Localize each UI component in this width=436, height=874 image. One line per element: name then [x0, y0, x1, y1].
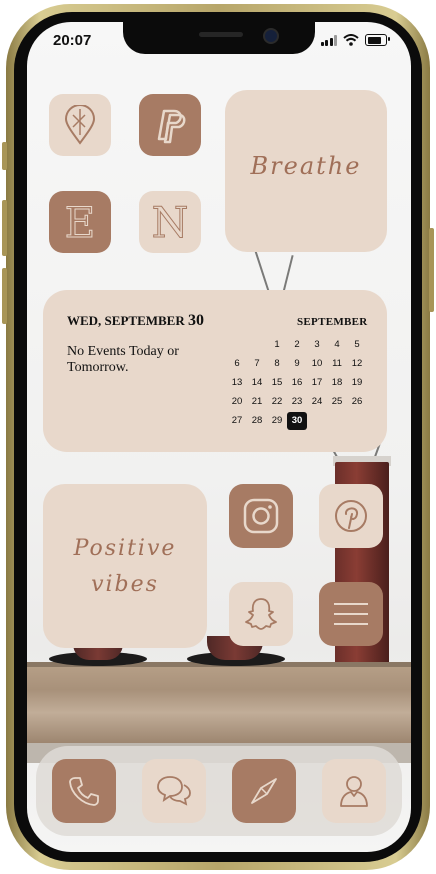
calendar-day[interactable]: 17	[307, 374, 327, 392]
silent-switch	[2, 142, 7, 170]
calendar-day[interactable]: 23	[287, 393, 307, 411]
calendar-day[interactable]: 9	[287, 355, 307, 373]
n-letter: N	[151, 197, 189, 247]
snapchat-icon	[245, 598, 277, 630]
calendar-day[interactable]: 6	[227, 355, 247, 373]
map-pin-icon	[64, 105, 96, 145]
calendar-day[interactable]: 25	[327, 393, 347, 411]
calendar-day[interactable]: 26	[347, 393, 367, 411]
menu-app-icon[interactable]	[319, 582, 383, 646]
calendar-day[interactable]: 3	[307, 336, 327, 354]
calendar-month-label: SEPTEMBER	[297, 316, 368, 328]
dock-messages-button[interactable]	[142, 759, 206, 823]
n-app-icon[interactable]: N	[139, 191, 201, 253]
status-time: 20:07	[53, 32, 92, 49]
calendar-events-text: No Events Today or Tomorrow.	[67, 344, 179, 375]
positive-vibes-widget[interactable]: Positive vibes	[43, 484, 207, 648]
calendar-day-label: WED, SEPTEMBER	[67, 313, 185, 328]
calendar-day[interactable]: 24	[307, 393, 327, 411]
calendar-day[interactable]: 16	[287, 374, 307, 392]
calendar-day-grid: 1 2 3 4 5 6 7 8 9 10 11 12 13 14 15 16 17 18 19 20 21 22 23 24 2…	[227, 336, 367, 430]
earpiece-speaker	[199, 32, 243, 37]
instagram-app-icon[interactable]	[229, 484, 293, 548]
calendar-day[interactable]: 4	[327, 336, 347, 354]
calendar-day[interactable]: 15	[267, 374, 287, 392]
e-letter: E	[64, 197, 96, 247]
messages-icon	[157, 776, 191, 806]
calendar-day[interactable]: 11	[327, 355, 347, 373]
calendar-day[interactable]: 2	[287, 336, 307, 354]
calendar-day[interactable]: 28	[247, 412, 267, 430]
phone-icon	[69, 777, 99, 806]
status-indicators	[320, 34, 390, 46]
dock	[36, 746, 402, 836]
menu-icon	[334, 603, 368, 625]
positive-text: Positive	[73, 536, 177, 561]
calendar-day[interactable]: 14	[247, 374, 267, 392]
dock-phone-button[interactable]	[52, 759, 116, 823]
calendar-day-number: 30	[188, 312, 204, 329]
dock-contacts-button[interactable]	[322, 759, 386, 823]
compass-icon	[251, 778, 277, 804]
vibes-text: vibes	[91, 572, 159, 597]
wifi-icon	[343, 34, 359, 46]
calendar-day[interactable]: 8	[267, 355, 287, 373]
calendar-empty-cell	[227, 336, 247, 354]
calendar-day[interactable]: 1	[267, 336, 287, 354]
pinterest-icon	[335, 500, 367, 532]
calendar-day[interactable]: 7	[247, 355, 267, 373]
calendar-day[interactable]: 20	[227, 393, 247, 411]
notch	[123, 22, 315, 54]
breathe-text: Breathe	[250, 152, 362, 180]
instagram-icon	[243, 498, 279, 534]
calendar-day[interactable]: 21	[247, 393, 267, 411]
battery-icon	[365, 34, 390, 46]
calendar-day[interactable]: 10	[307, 355, 327, 373]
power-button	[429, 228, 434, 312]
calendar-day[interactable]: 5	[347, 336, 367, 354]
breathe-widget[interactable]: Breathe	[225, 90, 387, 252]
volume-down-button	[2, 268, 7, 324]
calendar-day[interactable]: 29	[267, 412, 287, 430]
calendar-day[interactable]: 12	[347, 355, 367, 373]
battery-level	[367, 36, 382, 44]
pinterest-app-icon[interactable]	[319, 484, 383, 548]
paypal-icon	[157, 109, 186, 144]
calendar-empty-cell	[247, 336, 267, 354]
contacts-icon	[340, 776, 368, 807]
calendar-day[interactable]: 18	[327, 374, 347, 392]
volume-up-button	[2, 200, 7, 256]
maps-app-icon[interactable]	[49, 94, 111, 156]
e-app-icon[interactable]: E	[49, 191, 111, 253]
cellular-signal-icon	[320, 34, 337, 46]
paypal-app-icon[interactable]	[139, 94, 201, 156]
calendar-day[interactable]: 19	[347, 374, 367, 392]
calendar-day[interactable]: 13	[227, 374, 247, 392]
home-screen: 20:07 Breathe E N WED, SEPTEMBER 30 No E…	[27, 22, 411, 852]
snapchat-app-icon[interactable]	[229, 582, 293, 646]
calendar-today-heading: WED, SEPTEMBER 30	[67, 312, 204, 330]
calendar-day[interactable]: 30	[287, 412, 307, 430]
calendar-day[interactable]: 27	[227, 412, 247, 430]
dock-safari-button[interactable]	[232, 759, 296, 823]
front-camera	[263, 28, 279, 44]
calendar-day[interactable]: 22	[267, 393, 287, 411]
calendar-widget[interactable]: WED, SEPTEMBER 30 No Events Today or Tom…	[43, 290, 387, 452]
wooden-table	[27, 667, 411, 743]
